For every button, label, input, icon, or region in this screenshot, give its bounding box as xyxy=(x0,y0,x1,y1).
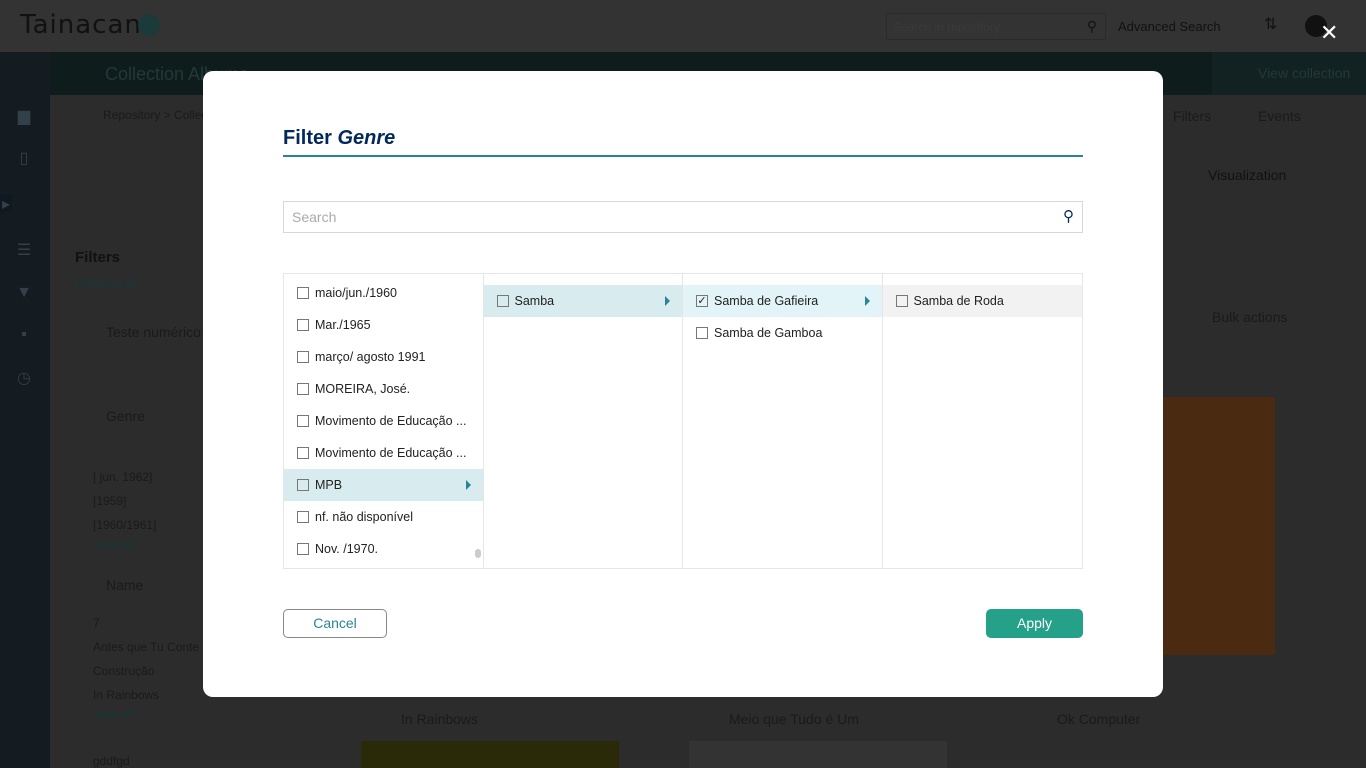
checkbox[interactable] xyxy=(696,327,708,339)
term-option[interactable]: Nov. /1970. xyxy=(284,533,483,565)
term-option[interactable]: Samba de Roda xyxy=(882,285,1082,317)
checkbox[interactable] xyxy=(297,319,309,331)
checkbox[interactable] xyxy=(297,511,309,523)
term-label: março/ agosto 1991 xyxy=(315,350,426,364)
term-option[interactable]: Movimento de Educação ... xyxy=(284,437,483,469)
search-icon[interactable]: ⚲ xyxy=(1063,207,1074,225)
checkbox[interactable] xyxy=(297,351,309,363)
item-thumbnail[interactable] xyxy=(1163,397,1275,655)
modal-title: Filter Genre xyxy=(283,127,396,149)
term-option[interactable]: Samba de Gamboa xyxy=(683,317,882,349)
checkbox[interactable] xyxy=(297,287,309,299)
term-option[interactable]: maio/jun./1960 xyxy=(284,277,483,309)
tab-filters[interactable]: Filters xyxy=(1173,108,1211,124)
metadata-icon[interactable]: ☰ xyxy=(14,240,34,259)
term-label: MPB xyxy=(315,478,343,492)
view-all-link[interactable]: View all xyxy=(93,538,134,552)
visualization-dropdown[interactable]: Visualization xyxy=(1208,167,1286,183)
term-label: MOREIRA, José. xyxy=(315,382,411,396)
logo-mark-icon xyxy=(138,14,160,36)
term-label: Movimento de Educação ... xyxy=(315,414,467,428)
taxonomies-icon[interactable]: ▪ xyxy=(14,326,34,344)
hierarchy-column: maio/jun./1960 Mar./1965 março/ agosto 199… xyxy=(284,274,484,568)
filter-option[interactable]: [1959] xyxy=(93,494,126,508)
modal-search-input[interactable]: Search ⚲ xyxy=(283,201,1083,233)
expand-icon[interactable]: ▸ xyxy=(0,194,12,213)
expand-arrow-icon[interactable] xyxy=(665,296,670,306)
term-option[interactable]: Movimento de Educação ... xyxy=(284,405,483,437)
hierarchy-column: Samba de Roda xyxy=(882,274,1082,568)
logo[interactable]: Tainacan xyxy=(20,10,142,40)
hierarchy-columns: maio/jun./1960 Mar./1965 março/ agosto 199… xyxy=(283,273,1083,569)
checkbox[interactable] xyxy=(297,383,309,395)
filter-section[interactable]: Name xyxy=(106,577,143,593)
checkbox[interactable] xyxy=(297,543,309,555)
filter-option[interactable]: [1960/1961] xyxy=(93,518,156,532)
checkbox[interactable]: ✓ xyxy=(696,295,708,307)
placeholder: Search xyxy=(292,209,337,225)
term-option[interactable]: março/ agosto 1991 xyxy=(284,341,483,373)
checkbox[interactable] xyxy=(297,479,309,491)
term-label: Samba de Gamboa xyxy=(714,326,823,340)
filter-option[interactable]: Antes que Tu Conte xyxy=(93,640,199,654)
cancel-button[interactable]: Cancel xyxy=(283,609,387,638)
expand-arrow-icon[interactable] xyxy=(465,480,471,490)
filter-option[interactable]: [ jun. 1962] xyxy=(93,470,152,484)
item-title[interactable]: Meio que Tudo é Um xyxy=(729,711,859,727)
expand-arrow-icon[interactable] xyxy=(864,296,870,306)
view-all-link[interactable]: View all xyxy=(93,707,134,721)
filter-section[interactable]: Genre xyxy=(106,408,145,424)
item-thumbnail[interactable] xyxy=(689,741,947,768)
repository-search-input[interactable]: Search in repository ⚲ xyxy=(886,13,1106,40)
bulk-actions-dropdown[interactable]: Bulk actions xyxy=(1212,309,1287,325)
term-option[interactable]: MPB xyxy=(284,469,483,501)
collections-icon[interactable]: ▆ xyxy=(14,106,34,125)
items-icon[interactable]: ▯ xyxy=(14,148,34,167)
collapse-all[interactable]: Collapse all xyxy=(75,276,137,290)
term-label: Movimento de Educação ... xyxy=(315,446,467,460)
advanced-search-link[interactable]: Advanced Search xyxy=(1118,19,1221,34)
view-collection-button[interactable]: View collection xyxy=(1212,52,1366,95)
filter-modal: Filter Genre Search ⚲ maio/jun./1960 Mar./… xyxy=(203,71,1163,697)
term-option[interactable]: Samba xyxy=(483,285,682,317)
checkbox[interactable] xyxy=(297,415,309,427)
filter-option[interactable]: Construção xyxy=(93,664,154,678)
term-label: Samba xyxy=(514,294,555,308)
item-title[interactable]: Ok Computer xyxy=(1057,711,1140,727)
term-label: maio/jun./1960 xyxy=(315,286,398,300)
item-title[interactable]: In Rainbows xyxy=(401,711,478,727)
sort-icon[interactable]: ⇅ xyxy=(1264,14,1277,34)
events-icon[interactable]: ◷ xyxy=(14,368,34,387)
filter-option[interactable]: 7 xyxy=(93,616,100,630)
filters-title: Filters xyxy=(75,249,121,266)
label: View collection xyxy=(1258,65,1351,81)
hierarchy-column: Samba xyxy=(483,274,683,568)
filter-icon[interactable]: ▼ xyxy=(14,284,34,302)
placeholder: Search in repository xyxy=(893,20,1000,34)
term-label: nf. não disponível xyxy=(315,510,413,524)
close-icon[interactable]: ✕ xyxy=(1320,22,1338,44)
term-label: Mar./1965 xyxy=(315,318,371,332)
term-label: Samba de Gafieira xyxy=(714,294,819,308)
filter-section[interactable]: Teste numérico xyxy=(106,324,201,340)
term-option[interactable]: MOREIRA, José. xyxy=(284,373,483,405)
title-divider xyxy=(283,155,1083,157)
checkbox[interactable] xyxy=(496,295,509,307)
term-label: Samba de Roda xyxy=(913,294,1004,308)
term-label: Nov. /1970. xyxy=(315,542,379,556)
term-option[interactable]: Mar./1965 xyxy=(284,309,483,341)
checkbox[interactable] xyxy=(297,447,309,459)
filter-option[interactable]: gddfgd xyxy=(93,754,130,768)
filter-option[interactable]: In Rainbows xyxy=(93,688,159,702)
search-icon[interactable]: ⚲ xyxy=(1087,18,1097,35)
checkbox[interactable] xyxy=(895,295,908,307)
term-option[interactable]: ✓ Samba de Gafieira xyxy=(683,285,882,317)
term-option[interactable]: nf. não disponível xyxy=(284,501,483,533)
apply-button[interactable]: Apply xyxy=(986,609,1083,638)
hierarchy-column: ✓ Samba de Gafieira Samba de Gamboa xyxy=(683,274,883,568)
tab-events[interactable]: Events xyxy=(1258,108,1301,124)
scrollbar[interactable] xyxy=(474,549,481,558)
item-thumbnail[interactable] xyxy=(361,741,619,768)
